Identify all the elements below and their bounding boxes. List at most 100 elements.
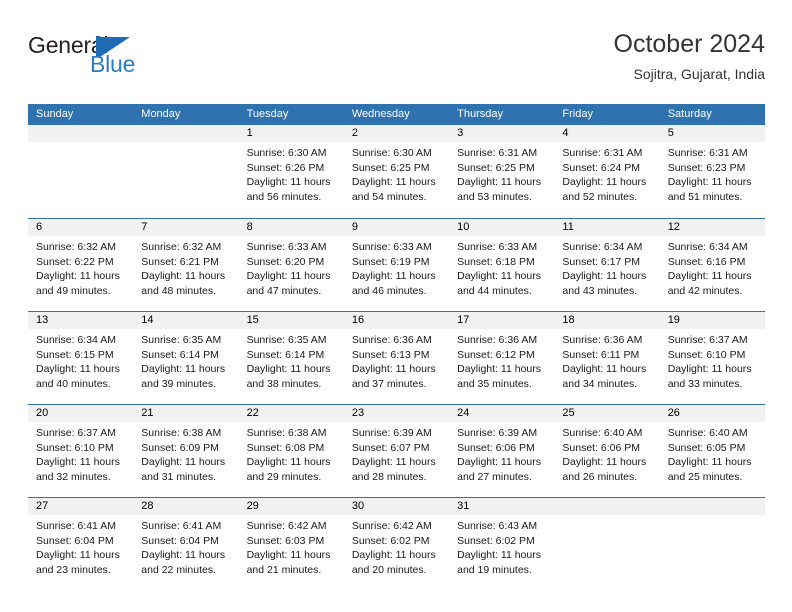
cell-details: Sunrise: 6:37 AM Sunset: 6:10 PM Daylight:… [660, 329, 765, 391]
cell-date-number: 1 [238, 125, 344, 142]
cell-sunrise-text: Sunrise: 6:30 AM [246, 147, 327, 159]
cell-sunrise-text: Sunrise: 6:42 AM [246, 520, 327, 532]
cell-date-number: 4 [554, 125, 660, 142]
calendar-cell-day-7[interactable]: 7 Sunrise: 6:32 AM Sunset: 6:21 PM Daylight… [133, 219, 239, 311]
day-of-week-saturday: Saturday [667, 108, 712, 120]
cell-sunrise-text: Sunrise: 6:35 AM [141, 334, 222, 346]
cell-details: Sunrise: 6:39 AM Sunset: 6:07 PM Daylight:… [344, 422, 449, 484]
cell-sunset-text: Sunset: 6:24 PM [562, 161, 641, 174]
cell-details: Sunrise: 6:34 AM Sunset: 6:15 PM Daylight:… [28, 329, 133, 391]
cell-daylight2-text: and 22 minutes. [141, 563, 216, 576]
cell-daylight2-text: and 25 minutes. [667, 470, 743, 483]
cell-date-number: 30 [343, 498, 450, 515]
cell-daylight1-text: Daylight: 11 hours [457, 270, 541, 283]
cell-details: Sunrise: 6:35 AM Sunset: 6:14 PM Daylight:… [239, 329, 344, 391]
calendar-cell-day-6[interactable]: 6 Sunrise: 6:32 AM Sunset: 6:22 PM Daylight… [28, 219, 134, 311]
cell-details: Sunrise: 6:34 AM Sunset: 6:17 PM Daylight:… [554, 236, 659, 298]
cell-date-number: 11 [554, 219, 660, 236]
cell-sunrise-text: Sunrise: 6:34 AM [667, 241, 748, 253]
cell-date-number: 3 [449, 125, 555, 142]
cell-daylight2-text: and 48 minutes. [141, 284, 216, 297]
cell-sunrise-text: Sunrise: 6:38 AM [141, 427, 222, 439]
cell-sunset-text: Sunset: 6:15 PM [36, 348, 114, 361]
calendar-cell-day-12[interactable]: 12 Sunrise: 6:34 AM Sunset: 6:16 PM Dayligh… [659, 219, 765, 311]
cell-sunset-text: Sunset: 6:08 PM [246, 441, 325, 454]
cell-sunrise-text: Sunrise: 6:39 AM [351, 427, 432, 439]
calendar-cell-day-15[interactable]: 15 Sunrise: 6:35 AM Sunset: 6:14 PM Dayligh… [238, 312, 344, 404]
cell-details: Sunrise: 6:39 AM Sunset: 6:06 PM Daylight:… [449, 422, 554, 484]
cell-date-number [28, 125, 134, 142]
cell-daylight1-text: Daylight: 11 hours [351, 176, 436, 189]
page-header: General Blue October 2024 Sojitra, Gujar… [28, 28, 765, 94]
calendar-cell-day-14[interactable]: 14 Sunrise: 6:35 AM Sunset: 6:14 PM Dayligh… [133, 312, 239, 404]
cell-sunrise-text: Sunrise: 6:41 AM [36, 520, 116, 532]
cell-date-number: 7 [133, 219, 239, 236]
calendar-cell-day-30[interactable]: 30 Sunrise: 6:42 AM Sunset: 6:02 PM Dayligh… [343, 498, 450, 590]
calendar-cell-day-5[interactable]: 5 Sunrise: 6:31 AM Sunset: 6:23 PM Daylight… [659, 125, 765, 218]
calendar-cell-day-24[interactable]: 24 Sunrise: 6:39 AM Sunset: 6:06 PM Dayligh… [449, 405, 555, 497]
cell-sunset-text: Sunset: 6:19 PM [351, 255, 430, 268]
calendar-cell-day-13[interactable]: 13 Sunrise: 6:34 AM Sunset: 6:15 PM Dayligh… [28, 312, 134, 404]
cell-details: Sunrise: 6:32 AM Sunset: 6:22 PM Daylight:… [28, 236, 133, 298]
calendar-cell-day-26[interactable]: 26 Sunrise: 6:40 AM Sunset: 6:05 PM Dayligh… [659, 405, 765, 497]
cell-sunrise-text: Sunrise: 6:33 AM [457, 241, 538, 253]
calendar-cell-day-28[interactable]: 28 Sunrise: 6:41 AM Sunset: 6:04 PM Dayligh… [133, 498, 239, 590]
cell-daylight1-text: Daylight: 11 hours [36, 456, 120, 469]
cell-daylight1-text: Daylight: 11 hours [246, 363, 331, 376]
calendar-cell-day-3[interactable]: 3 Sunrise: 6:31 AM Sunset: 6:25 PM Daylight… [449, 125, 555, 218]
calendar-cell-day-22[interactable]: 22 Sunrise: 6:38 AM Sunset: 6:08 PM Dayligh… [238, 405, 344, 497]
cell-sunset-text: Sunset: 6:20 PM [246, 255, 325, 268]
cell-sunrise-text: Sunrise: 6:37 AM [667, 334, 748, 346]
cell-daylight1-text: Daylight: 11 hours [351, 549, 436, 562]
calendar-cell-day-21[interactable]: 21 Sunrise: 6:38 AM Sunset: 6:09 PM Dayligh… [133, 405, 239, 497]
day-of-week-tuesday: Tuesday [246, 108, 289, 120]
calendar-cell-day-27[interactable]: 27 Sunrise: 6:41 AM Sunset: 6:04 PM Dayligh… [28, 498, 134, 590]
cell-sunset-text: Sunset: 6:03 PM [246, 534, 325, 547]
calendar-cell-day-16[interactable]: 16 Sunrise: 6:36 AM Sunset: 6:13 PM Dayligh… [343, 312, 450, 404]
cell-sunset-text: Sunset: 6:10 PM [667, 348, 746, 361]
calendar-cell-day-23[interactable]: 23 Sunrise: 6:39 AM Sunset: 6:07 PM Dayligh… [343, 405, 450, 497]
calendar-cell-day-10[interactable]: 10 Sunrise: 6:33 AM Sunset: 6:18 PM Dayligh… [449, 219, 555, 311]
cell-date-number [133, 125, 239, 142]
cell-daylight1-text: Daylight: 11 hours [246, 176, 331, 189]
cell-date-number: 18 [554, 312, 660, 329]
calendar-cell-day-2[interactable]: 2 Sunrise: 6:30 AM Sunset: 6:25 PM Daylight… [343, 125, 450, 218]
calendar-cell-day-11[interactable]: 11 Sunrise: 6:34 AM Sunset: 6:17 PM Dayligh… [554, 219, 660, 311]
cell-sunset-text: Sunset: 6:21 PM [141, 255, 219, 268]
cell-sunset-text: Sunset: 6:02 PM [457, 534, 535, 547]
calendar-cell-day-9[interactable]: 9 Sunrise: 6:33 AM Sunset: 6:19 PM Daylight… [343, 219, 450, 311]
cell-daylight1-text: Daylight: 11 hours [562, 176, 647, 189]
cell-daylight1-text: Daylight: 11 hours [562, 456, 647, 469]
calendar-cell-day-8[interactable]: 8 Sunrise: 6:33 AM Sunset: 6:20 PM Daylight… [238, 219, 344, 311]
calendar-cell-day-1[interactable]: 1 Sunrise: 6:30 AM Sunset: 6:26 PM Daylight… [238, 125, 344, 218]
calendar-cell-day-19[interactable]: 19 Sunrise: 6:37 AM Sunset: 6:10 PM Dayligh… [659, 312, 765, 404]
page-title: October 2024 [613, 30, 766, 58]
cell-date-number [659, 498, 765, 515]
cell-details: Sunrise: 6:34 AM Sunset: 6:16 PM Daylight:… [660, 236, 765, 298]
title-block: October 2024 Sojitra, Gujarat, India [614, 28, 766, 84]
calendar-cell-day-20[interactable]: 20 Sunrise: 6:37 AM Sunset: 6:10 PM Dayligh… [28, 405, 134, 497]
cell-sunrise-text: Sunrise: 6:30 AM [351, 147, 432, 159]
cell-daylight1-text: Daylight: 11 hours [141, 549, 226, 562]
cell-daylight1-text: Daylight: 11 hours [36, 363, 120, 376]
cell-sunset-text: Sunset: 6:14 PM [246, 348, 325, 361]
cell-date-number: 26 [659, 405, 765, 422]
calendar-cell-day-17[interactable]: 17 Sunrise: 6:36 AM Sunset: 6:12 PM Dayligh… [449, 312, 555, 404]
calendar-cell-day-25[interactable]: 25 Sunrise: 6:40 AM Sunset: 6:06 PM Dayligh… [554, 405, 660, 497]
calendar-cell-empty [659, 498, 765, 590]
cell-sunrise-text: Sunrise: 6:32 AM [36, 241, 116, 253]
cell-sunrise-text: Sunrise: 6:36 AM [351, 334, 432, 346]
calendar-cell-day-29[interactable]: 29 Sunrise: 6:42 AM Sunset: 6:03 PM Dayligh… [238, 498, 344, 590]
cell-sunrise-text: Sunrise: 6:35 AM [246, 334, 327, 346]
cell-daylight2-text: and 52 minutes. [562, 190, 638, 203]
cell-date-number: 21 [133, 405, 239, 422]
cell-sunrise-text: Sunrise: 6:42 AM [351, 520, 432, 532]
calendar-cell-empty [28, 125, 134, 218]
general-blue-logo[interactable]: General Blue [28, 32, 203, 82]
cell-date-number: 24 [449, 405, 555, 422]
cell-sunset-text: Sunset: 6:09 PM [141, 441, 219, 454]
cell-date-number: 5 [659, 125, 765, 142]
calendar-cell-day-18[interactable]: 18 Sunrise: 6:36 AM Sunset: 6:11 PM Dayligh… [554, 312, 660, 404]
calendar-cell-day-31[interactable]: 31 Sunrise: 6:43 AM Sunset: 6:02 PM Dayligh… [449, 498, 555, 590]
calendar-cell-day-4[interactable]: 4 Sunrise: 6:31 AM Sunset: 6:24 PM Daylight… [554, 125, 660, 218]
